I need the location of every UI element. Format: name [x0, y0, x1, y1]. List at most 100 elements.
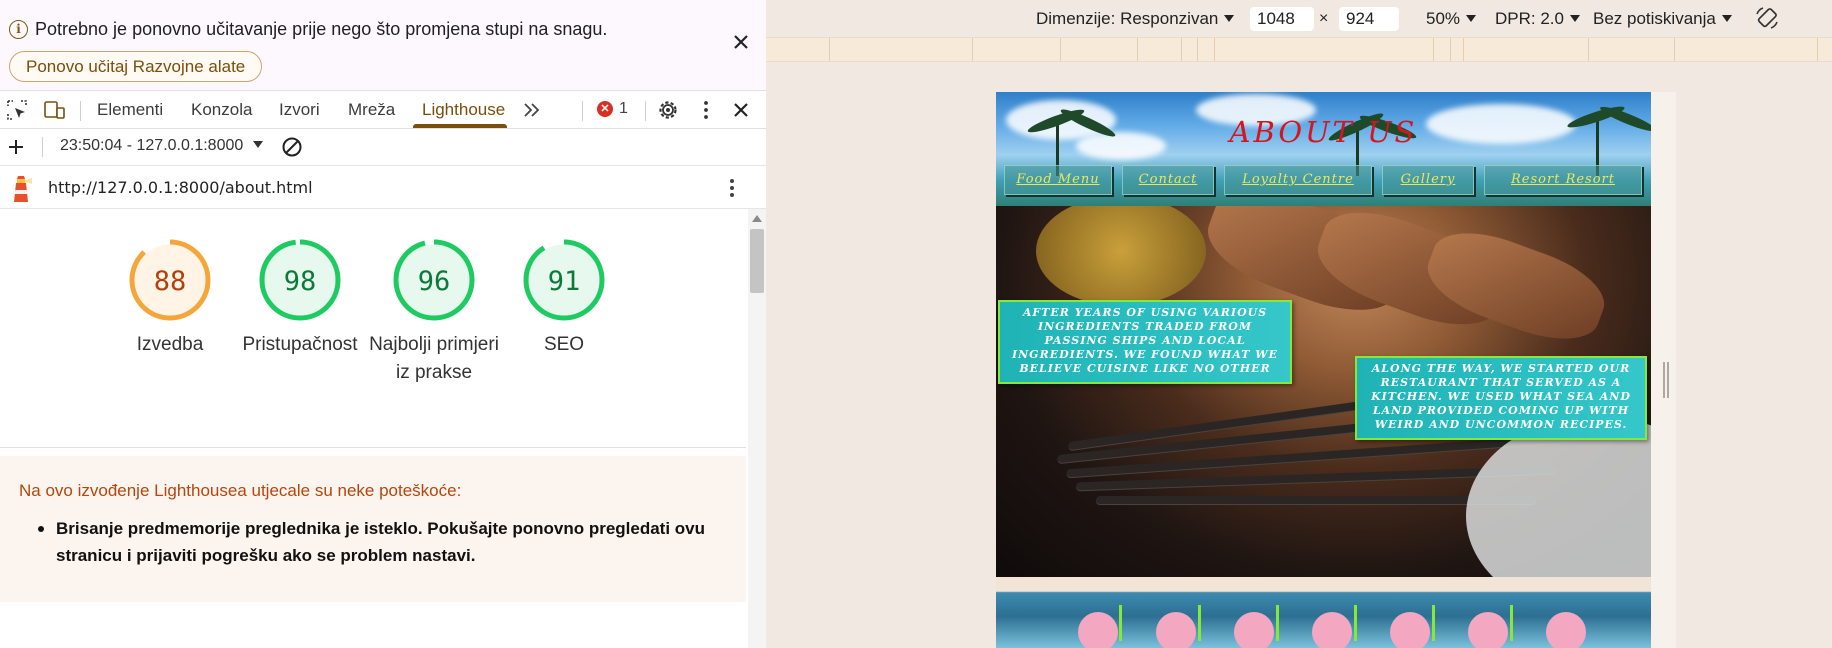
- divider: [1276, 605, 1279, 641]
- score-ring: 98: [259, 239, 341, 321]
- report-url-bar: http://127.0.0.1:8000/about.html: [0, 166, 766, 209]
- report-select-value: 23:50:04 - 127.0.0.1:8000: [60, 137, 244, 154]
- divider: [1432, 605, 1435, 641]
- tab-sources[interactable]: Izvori: [279, 100, 320, 120]
- divider: [1510, 605, 1513, 641]
- tab-lighthouse[interactable]: Lighthouse: [422, 100, 505, 120]
- dpr-value: DPR: 2.0: [1495, 9, 1564, 28]
- instagram-icon[interactable]: [1156, 612, 1196, 648]
- chevron-down-icon: [253, 141, 264, 148]
- scroll-up-arrow-icon[interactable]: [752, 215, 762, 222]
- throttling-value: Bez potiskivanja: [1593, 9, 1716, 28]
- chevron-down-icon: [1569, 15, 1580, 22]
- device-emulation-area: Dimenzije: Responzivan 1048 × 924 50% DP…: [766, 0, 1832, 648]
- media-query-marker: [1817, 38, 1818, 61]
- media-query-marker: [1060, 38, 1061, 61]
- site-footer: [996, 577, 1651, 648]
- media-query-marker: [972, 38, 973, 61]
- media-query-marker: [1433, 38, 1434, 61]
- potato: [1036, 206, 1206, 306]
- page-title: ABOUT US: [1229, 115, 1418, 149]
- pinterest-icon[interactable]: [1312, 612, 1352, 648]
- score-value: 91: [548, 266, 581, 297]
- zoom-value: 50%: [1426, 9, 1461, 28]
- hero-image: AFTER YEARS OF USING VARIOUS INGREDIENTS…: [996, 206, 1651, 577]
- resize-handle[interactable]: [1663, 362, 1669, 398]
- report-select[interactable]: 23:50:04 - 127.0.0.1:8000: [60, 137, 264, 155]
- score-label: SEO: [543, 334, 585, 355]
- tab-network[interactable]: Mreža: [348, 100, 395, 120]
- lighthouse-logo-icon: [14, 176, 32, 202]
- media-query-marker: [1463, 38, 1464, 61]
- warning-box: Na ovo izvođenje Lighthousea utjecale su…: [0, 456, 746, 602]
- lighthouse-run-bar: 23:50:04 - 127.0.0.1:8000: [0, 129, 766, 166]
- more-tabs-chevron-icon[interactable]: [520, 98, 544, 122]
- nav-food-menu[interactable]: Food Menu: [1004, 165, 1112, 195]
- score-ring: 88: [129, 239, 211, 321]
- media-query-marker: [1197, 38, 1198, 61]
- chevron-down-icon: [1466, 15, 1477, 22]
- report-scrollbar[interactable]: [748, 209, 766, 648]
- dpr-dropdown[interactable]: DPR: 2.0: [1495, 9, 1580, 29]
- zoom-dropdown[interactable]: 50%: [1426, 9, 1477, 29]
- reload-devtools-button[interactable]: Ponovo učitaj Razvojne alate: [9, 51, 263, 82]
- tab-elements[interactable]: Elementi: [97, 100, 163, 120]
- score-gauge[interactable]: 91 SEO: [499, 235, 629, 359]
- more-options-icon[interactable]: [694, 98, 718, 122]
- nav-contact[interactable]: Contact: [1122, 165, 1214, 195]
- devtools-tabbar: Elementi Konzola Izvori Mreža Lighthouse…: [0, 91, 766, 129]
- warning-title: Na ovo izvođenje Lighthousea utjecale su…: [19, 481, 462, 500]
- nav-resort[interactable]: Resort Resort: [1484, 165, 1642, 195]
- nav-loyalty-centre[interactable]: Loyalty Centre: [1224, 165, 1372, 195]
- select-element-icon[interactable]: [5, 98, 29, 122]
- tiktok-icon[interactable]: [1234, 612, 1274, 648]
- dimensions-label: Dimenzije: Responzivan: [1036, 9, 1219, 28]
- divider: [1119, 605, 1122, 641]
- lighthouse-report: 88 Izvedba 98 Pristupačnost 96 Najbolji primj…: [0, 209, 746, 648]
- report-url: http://127.0.0.1:8000/about.html: [48, 178, 313, 197]
- close-devtools-icon[interactable]: [729, 98, 753, 122]
- devtools-panel: i Potrebno je ponovno učitavanje prije n…: [0, 0, 766, 648]
- site-header: ABOUT US Food Menu Contact Loyalty Centr…: [996, 92, 1651, 206]
- report-menu-icon[interactable]: [720, 176, 744, 200]
- nav-gallery[interactable]: Gallery: [1382, 165, 1474, 195]
- steak: [1417, 217, 1615, 355]
- about-callout-left: AFTER YEARS OF USING VARIOUS INGREDIENTS…: [998, 300, 1292, 384]
- score-gauge[interactable]: 96 Najbolji primjeri iz prakse: [369, 235, 499, 387]
- throttling-dropdown[interactable]: Bez potiskivanja: [1593, 9, 1732, 29]
- chevron-down-icon: [1224, 15, 1235, 22]
- about-callout-right: ALONG THE WAY, WE STARTED OUR RESTAURANT…: [1355, 356, 1647, 440]
- chevron-down-icon: [1721, 15, 1732, 22]
- toolbar-divider: [582, 101, 583, 121]
- clear-reports-icon[interactable]: [280, 135, 304, 159]
- notice-message: Potrebno je ponovno učitavanje prije neg…: [35, 19, 608, 39]
- device-toolbar-icon[interactable]: [42, 98, 66, 122]
- youtube-icon[interactable]: [1468, 612, 1508, 648]
- media-query-marker: [1588, 38, 1589, 61]
- telegram-icon[interactable]: [1546, 612, 1586, 648]
- toolbar-divider: [80, 101, 81, 121]
- facebook-icon[interactable]: [1078, 612, 1118, 648]
- score-gauge[interactable]: 98 Pristupačnost: [235, 235, 365, 359]
- error-count[interactable]: 1: [619, 100, 628, 118]
- width-input[interactable]: 1048: [1250, 7, 1314, 31]
- new-report-plus-icon[interactable]: [4, 135, 28, 159]
- media-query-marker: [829, 38, 830, 61]
- settings-gear-icon[interactable]: [656, 98, 680, 122]
- media-query-bar[interactable]: [766, 37, 1832, 62]
- error-icon[interactable]: ✕: [597, 101, 613, 117]
- scroll-thumb[interactable]: [750, 229, 764, 293]
- tab-console[interactable]: Konzola: [191, 100, 252, 120]
- x-icon[interactable]: [1390, 612, 1430, 648]
- website-viewport: ABOUT US Food Menu Contact Loyalty Centr…: [996, 92, 1651, 648]
- score-ring: 96: [393, 239, 475, 321]
- media-query-marker: [1137, 38, 1138, 61]
- toolbar-divider: [645, 101, 646, 121]
- divider: [1198, 605, 1201, 641]
- score-gauge[interactable]: 88 Izvedba: [105, 235, 235, 359]
- close-icon[interactable]: [729, 30, 753, 54]
- height-input[interactable]: 924: [1339, 7, 1399, 31]
- dimensions-dropdown[interactable]: Dimenzije: Responzivan: [1036, 9, 1235, 29]
- rotate-icon[interactable]: [1754, 5, 1780, 31]
- media-query-marker: [1181, 38, 1182, 61]
